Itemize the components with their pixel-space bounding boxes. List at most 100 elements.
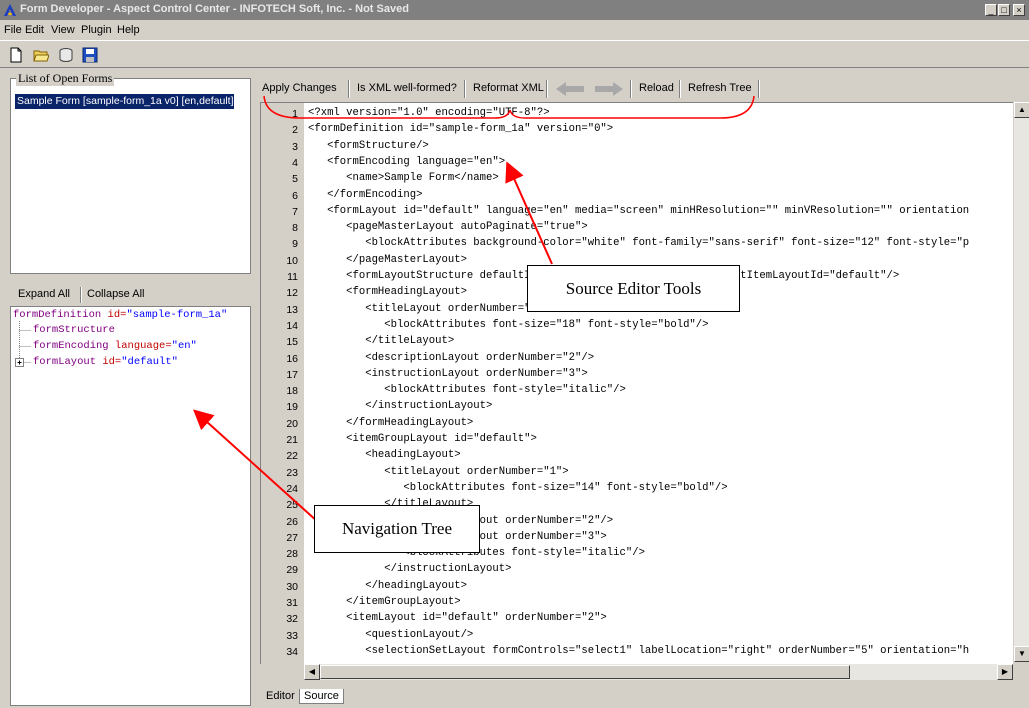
line-number: 20: [286, 417, 298, 430]
code-line: <formHeadingLayout>: [308, 286, 467, 299]
code-line: <blockAttributes font-size="14" font-sty…: [308, 481, 728, 494]
reload-button[interactable]: Reload: [639, 82, 674, 94]
refresh-tree-button[interactable]: Refresh Tree: [688, 82, 752, 94]
line-number: 6: [292, 189, 298, 202]
line-number: 2: [292, 124, 298, 137]
database-icon[interactable]: [58, 47, 74, 63]
line-number: 10: [286, 254, 298, 267]
line-number: 28: [286, 548, 298, 561]
line-number: 19: [286, 401, 298, 414]
separator: [80, 287, 82, 303]
line-number: 8: [292, 222, 298, 235]
editor-tabs: Editor Source: [256, 686, 1029, 708]
code-line: </formEncoding>: [308, 188, 423, 201]
open-forms-legend: List of Open Forms: [16, 71, 115, 86]
tree-node-formencoding[interactable]: formEncoding language="en": [33, 340, 197, 352]
xml-source-editor[interactable]: <?xml version="1.0" encoding="UTF-8"?> <f…: [304, 102, 1013, 664]
menu-plugin[interactable]: Plugin: [81, 24, 112, 36]
new-file-icon[interactable]: [8, 47, 24, 63]
line-number: 22: [286, 450, 298, 463]
code-line: <headingLayout>: [308, 449, 461, 462]
menu-edit[interactable]: Edit: [25, 24, 44, 36]
scroll-down-button[interactable]: ▼: [1014, 646, 1029, 662]
open-form-item[interactable]: Sample Form [sample-form_1a v0] [en,defa…: [15, 94, 234, 109]
code-line: </itemGroupLayout>: [308, 596, 461, 608]
code-line: </instructionLayout>: [308, 563, 512, 576]
tree-node-formstructure[interactable]: formStructure: [33, 324, 115, 336]
separator: [679, 80, 681, 98]
separator: [546, 80, 548, 98]
maximize-button[interactable]: □: [998, 4, 1010, 16]
line-number: 15: [286, 336, 298, 349]
code-line: <blockAttributes font-style="italic"/>: [308, 384, 626, 397]
code-line: <?xml version="1.0" encoding="UTF-8"?>: [308, 107, 550, 119]
minimize-button[interactable]: _: [985, 4, 997, 16]
code-line: </headingLayout>: [308, 579, 467, 592]
separator: [758, 80, 760, 98]
line-number: 30: [286, 580, 298, 593]
tree-connector-lines: [15, 321, 31, 367]
line-number: 7: [292, 205, 298, 218]
tree-node-formdefinition[interactable]: formDefinition id="sample-form_1a": [13, 309, 227, 321]
tab-source[interactable]: Source: [299, 689, 344, 704]
scroll-right-button[interactable]: ▶: [997, 664, 1013, 680]
line-number: 14: [286, 319, 298, 332]
editor-toolbar: Apply Changes Is XML well-formed? Reform…: [256, 76, 1025, 100]
expand-all-button[interactable]: Expand All: [18, 288, 70, 300]
line-number: 13: [286, 303, 298, 316]
scroll-up-button[interactable]: ▲: [1014, 102, 1029, 118]
back-arrow-icon[interactable]: [556, 82, 586, 96]
line-number: 9: [292, 238, 298, 251]
tree-node-formlayout[interactable]: formLayout id="default": [33, 356, 178, 368]
menu-view[interactable]: View: [51, 24, 75, 36]
code-line: <descriptionLayout orderNumber="2"/>: [308, 351, 595, 364]
separator: [630, 80, 632, 98]
code-line: <selectionSetLayout formControls="select…: [308, 644, 970, 657]
save-icon[interactable]: [82, 47, 98, 63]
apply-changes-button[interactable]: Apply Changes: [262, 82, 337, 94]
line-number: 26: [286, 515, 298, 528]
code-line: </instructionLayout>: [308, 400, 493, 413]
code-line: <name>Sample Form</name>: [308, 172, 499, 185]
window-title: Form Developer - Aspect Control Center -…: [20, 3, 409, 15]
code-line: <itemLayout id="default" orderNumber="2"…: [308, 612, 607, 625]
line-number: 24: [286, 482, 298, 495]
code-line: <pageMasterLayout autoPaginate="true">: [308, 221, 588, 234]
code-line: </pageMasterLayout>: [308, 253, 467, 266]
code-line: </formHeadingLayout>: [308, 416, 474, 429]
main-toolbar: [0, 40, 1029, 68]
app-icon: [4, 4, 16, 16]
line-number: 31: [286, 597, 298, 609]
menu-file[interactable]: File: [4, 24, 22, 36]
close-button[interactable]: ×: [1013, 4, 1025, 16]
line-number: 18: [286, 385, 298, 398]
line-number: 5: [292, 173, 298, 186]
tab-editor[interactable]: Editor: [262, 689, 299, 703]
navigation-tree: formDefinition id="sample-form_1a" formS…: [10, 306, 251, 706]
code-line: <blockAttributes background-color="white…: [308, 237, 970, 250]
vertical-scrollbar[interactable]: ▲ ▼: [1013, 102, 1029, 662]
scroll-thumb[interactable]: [320, 665, 850, 679]
line-number: 21: [286, 434, 298, 446]
horizontal-scrollbar[interactable]: ◀ ▶: [304, 664, 1013, 680]
open-folder-icon[interactable]: [33, 47, 49, 63]
menu-help[interactable]: Help: [117, 24, 140, 36]
line-number: 34: [286, 645, 298, 658]
reformat-xml-button[interactable]: Reformat XML: [473, 82, 544, 94]
line-number: 27: [286, 531, 298, 544]
line-number: 3: [292, 140, 298, 153]
separator: [464, 80, 466, 98]
code-line: <instructionLayout orderNumber="3">: [308, 367, 588, 380]
code-line: <questionLayout/>: [308, 628, 474, 641]
code-line: <formEncoding language="en">: [308, 155, 506, 168]
navigation-tree-callout: Navigation Tree: [314, 505, 480, 553]
collapse-all-button[interactable]: Collapse All: [87, 288, 144, 300]
code-line: <formStructure/>: [308, 139, 429, 152]
line-number: 23: [286, 466, 298, 479]
line-number: 1: [292, 108, 298, 120]
code-line: <titleLayout orderNumber="1">: [308, 465, 569, 478]
forward-arrow-icon[interactable]: [593, 82, 623, 96]
menu-bar: File Edit View Plugin Help: [0, 21, 1029, 39]
scroll-left-button[interactable]: ◀: [304, 664, 320, 680]
xml-wellformed-button[interactable]: Is XML well-formed?: [357, 82, 457, 94]
